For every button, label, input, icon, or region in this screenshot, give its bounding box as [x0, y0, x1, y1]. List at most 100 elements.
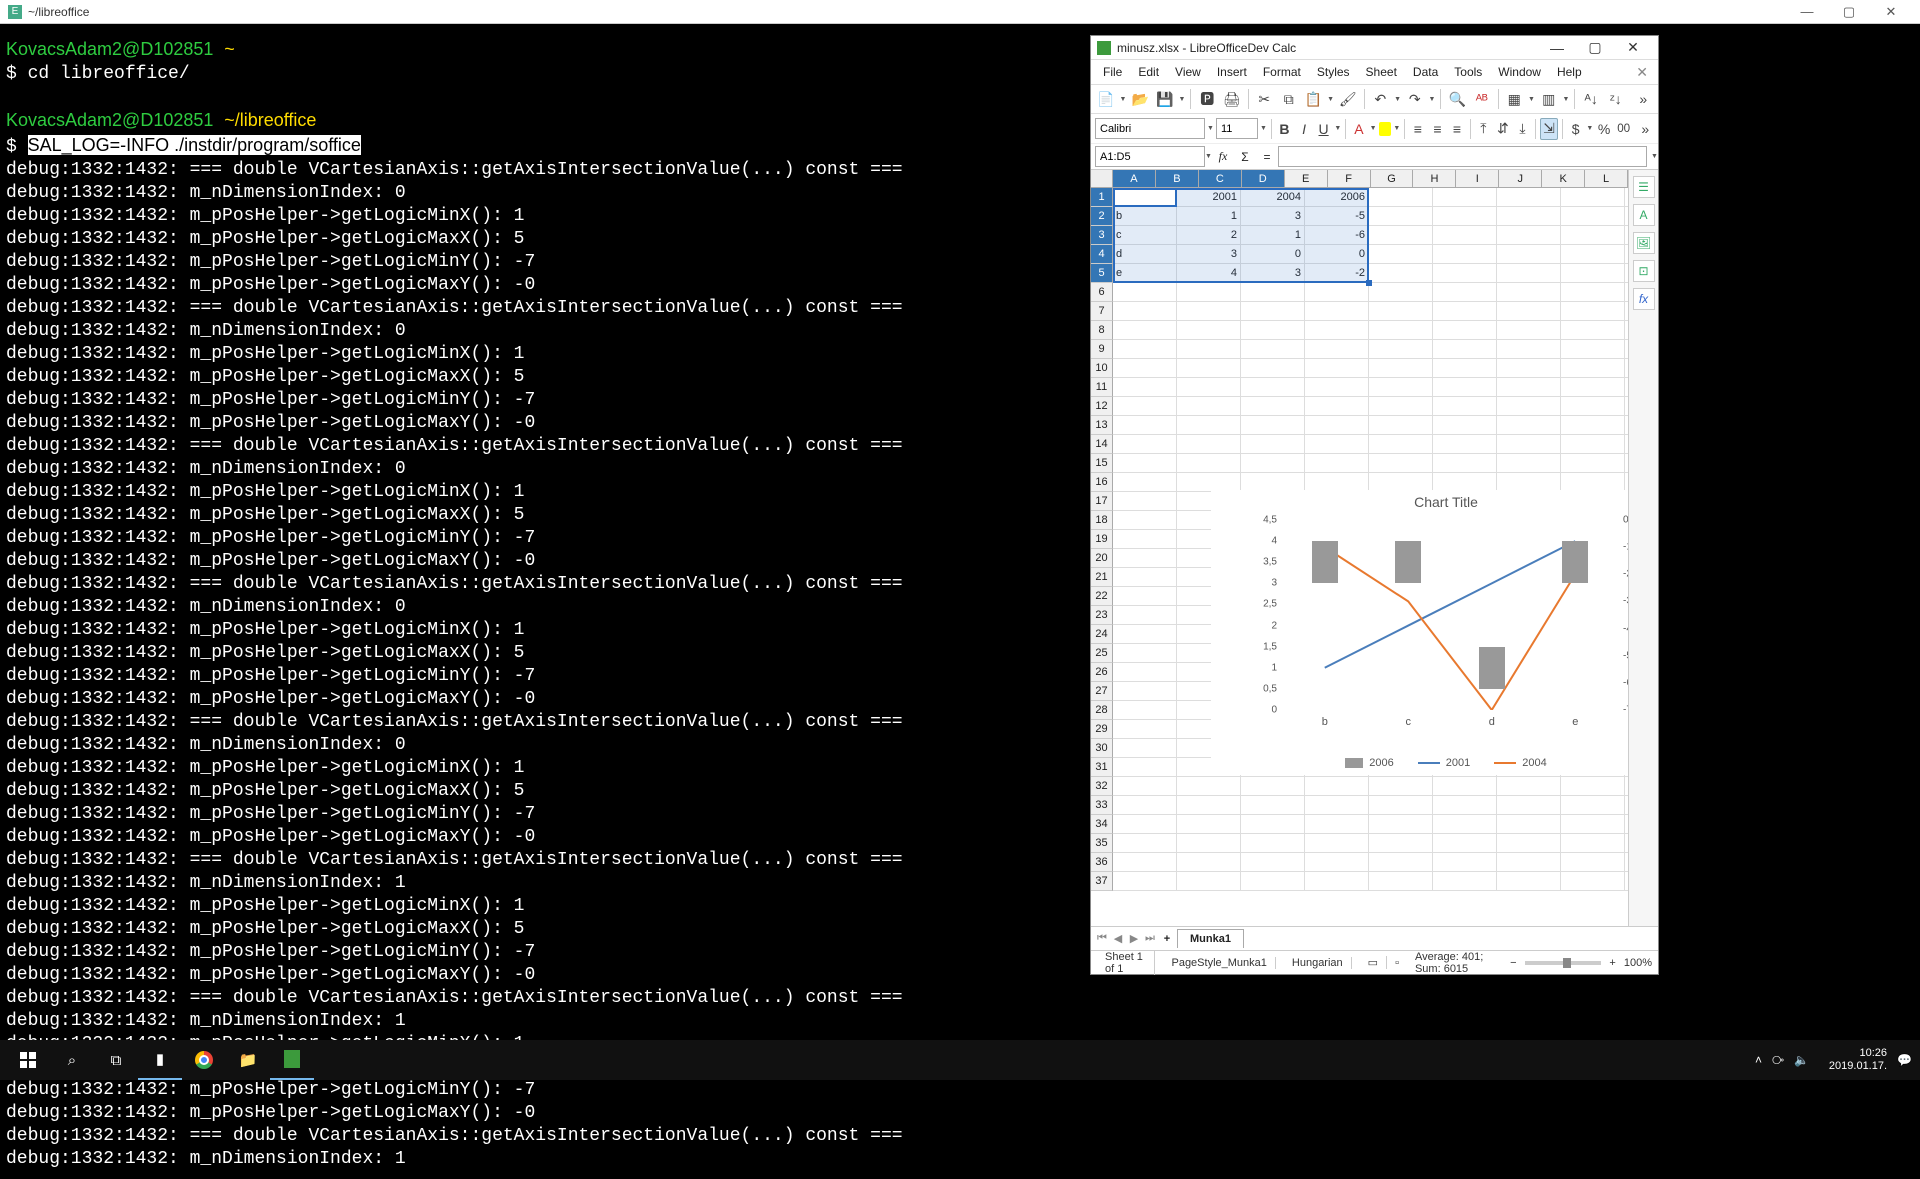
sort-desc-button[interactable]: ᶻ↓ [1605, 88, 1627, 110]
clone-format-button[interactable]: 🖌 [1337, 88, 1359, 110]
task-view-button[interactable]: ⧉ [94, 1040, 138, 1080]
status-language[interactable]: Hungarian [1284, 957, 1352, 969]
row-header-13[interactable]: 13 [1091, 416, 1113, 435]
tray-volume-icon[interactable]: 🔈 [1794, 1053, 1809, 1067]
sidebar-navigator-icon[interactable]: ⊡ [1633, 260, 1655, 282]
highlight-button[interactable] [1379, 122, 1392, 136]
row-header-12[interactable]: 12 [1091, 397, 1113, 416]
row-header-4[interactable]: 4 [1091, 245, 1113, 264]
font-color-button[interactable]: A [1350, 118, 1368, 140]
menu-insert[interactable]: Insert [1209, 62, 1255, 82]
bold-button[interactable]: B [1276, 118, 1294, 140]
align-left-button[interactable]: ≡ [1409, 118, 1427, 140]
row-header-15[interactable]: 15 [1091, 454, 1113, 473]
cell[interactable]: 1 [1241, 226, 1305, 245]
col-header-H[interactable]: H [1413, 170, 1456, 187]
row-header-8[interactable]: 8 [1091, 321, 1113, 340]
cell[interactable]: d [1113, 245, 1177, 264]
col-button[interactable]: ▥ [1538, 88, 1560, 110]
cell[interactable]: -6 [1305, 226, 1369, 245]
sidebar-styles-icon[interactable]: A [1633, 204, 1655, 226]
row-header-20[interactable]: 20 [1091, 549, 1113, 568]
valign-top-button[interactable]: ⤒ [1475, 118, 1493, 140]
start-button[interactable] [6, 1040, 50, 1080]
sum-icon[interactable]: Σ [1234, 150, 1256, 164]
lo-min-button[interactable]: — [1538, 37, 1576, 59]
zoom-value[interactable]: 100% [1624, 957, 1652, 969]
zoom-out-button[interactable]: − [1510, 957, 1516, 969]
menu-view[interactable]: View [1167, 62, 1209, 82]
font-size-input[interactable] [1216, 118, 1258, 139]
row-header-29[interactable]: 29 [1091, 720, 1113, 739]
cell[interactable]: b [1113, 207, 1177, 226]
font-name-input[interactable] [1095, 118, 1205, 139]
status-insert-mode[interactable]: ▭ [1360, 956, 1387, 969]
zoom-in-button[interactable]: + [1609, 957, 1615, 969]
menu-window[interactable]: Window [1490, 62, 1549, 82]
save-button[interactable]: 💾 [1154, 88, 1176, 110]
sheet-tab-active[interactable]: Munka1 [1177, 929, 1244, 948]
row-header-2[interactable]: 2 [1091, 207, 1113, 226]
tray-network-icon[interactable]: ⧂ [1772, 1053, 1784, 1068]
name-box[interactable] [1095, 146, 1205, 167]
menu-sheet[interactable]: Sheet [1358, 62, 1405, 82]
row-header-35[interactable]: 35 [1091, 834, 1113, 853]
row-header-36[interactable]: 36 [1091, 853, 1113, 872]
tab-prev-button[interactable]: ◀ [1111, 932, 1125, 945]
copy-button[interactable]: ⧉ [1278, 88, 1300, 110]
taskbar-terminal-icon[interactable]: ▮ [138, 1040, 182, 1080]
row-header-6[interactable]: 6 [1091, 283, 1113, 302]
sort-asc-button[interactable]: ᴬ↓ [1580, 88, 1602, 110]
row-button[interactable]: ▦ [1504, 88, 1526, 110]
cell[interactable]: 2 [1177, 226, 1241, 245]
cell[interactable]: -5 [1305, 207, 1369, 226]
menu-tools[interactable]: Tools [1446, 62, 1490, 82]
sidebar-functions-icon[interactable]: fx [1633, 288, 1655, 310]
lo-close-button[interactable]: ✕ [1614, 37, 1652, 59]
menu-data[interactable]: Data [1405, 62, 1446, 82]
tray-overflow-icon[interactable]: ˄ [1755, 1053, 1762, 1067]
tab-last-button[interactable]: ⏭ [1143, 932, 1157, 945]
search-button[interactable]: ⌕ [50, 1040, 94, 1080]
cell[interactable]: 0 [1241, 245, 1305, 264]
row-header-23[interactable]: 23 [1091, 606, 1113, 625]
cell[interactable]: 3 [1241, 207, 1305, 226]
cell[interactable]: 2006 [1305, 188, 1369, 207]
align-right-button[interactable]: ≡ [1448, 118, 1466, 140]
row-header-7[interactable]: 7 [1091, 302, 1113, 321]
tab-first-button[interactable]: ⏮ [1095, 932, 1109, 945]
lo-menubar[interactable]: FileEditViewInsertFormatStylesSheetDataT… [1091, 60, 1658, 84]
menu-styles[interactable]: Styles [1309, 62, 1358, 82]
col-header-G[interactable]: G [1371, 170, 1414, 187]
row-header-24[interactable]: 24 [1091, 625, 1113, 644]
valign-mid-button[interactable]: ⇵ [1494, 118, 1512, 140]
col-header-E[interactable]: E [1285, 170, 1328, 187]
cell[interactable]: 2001 [1177, 188, 1241, 207]
row-header-34[interactable]: 34 [1091, 815, 1113, 834]
row-header-5[interactable]: 5 [1091, 264, 1113, 283]
cell[interactable]: c [1113, 226, 1177, 245]
close-document-button[interactable]: ✕ [1630, 64, 1654, 81]
col-header-J[interactable]: J [1499, 170, 1542, 187]
tray-clock[interactable]: 10:26 2019.01.17. [1829, 1047, 1887, 1073]
redo-button[interactable]: ↷ [1404, 88, 1426, 110]
undo-button[interactable]: ↶ [1370, 88, 1392, 110]
row-header-28[interactable]: 28 [1091, 701, 1113, 720]
status-selection-mode[interactable]: ▫ [1395, 957, 1399, 969]
col-header-B[interactable]: B [1156, 170, 1199, 187]
row-header-11[interactable]: 11 [1091, 378, 1113, 397]
cell[interactable]: 0 [1305, 245, 1369, 264]
menu-format[interactable]: Format [1255, 62, 1309, 82]
row-header-9[interactable]: 9 [1091, 340, 1113, 359]
row-header-22[interactable]: 22 [1091, 587, 1113, 606]
fmt-overflow-button[interactable]: » [1636, 118, 1654, 140]
row-header-14[interactable]: 14 [1091, 435, 1113, 454]
tab-next-button[interactable]: ▶ [1127, 932, 1141, 945]
cell[interactable]: 3 [1241, 264, 1305, 283]
taskbar-explorer-icon[interactable]: 📁 [226, 1040, 270, 1080]
row-header-21[interactable]: 21 [1091, 568, 1113, 587]
notifications-button[interactable]: 💬 [1897, 1053, 1912, 1067]
cell[interactable]: 1 [1177, 207, 1241, 226]
col-header-F[interactable]: F [1328, 170, 1371, 187]
row-header-1[interactable]: 1 [1091, 188, 1113, 207]
